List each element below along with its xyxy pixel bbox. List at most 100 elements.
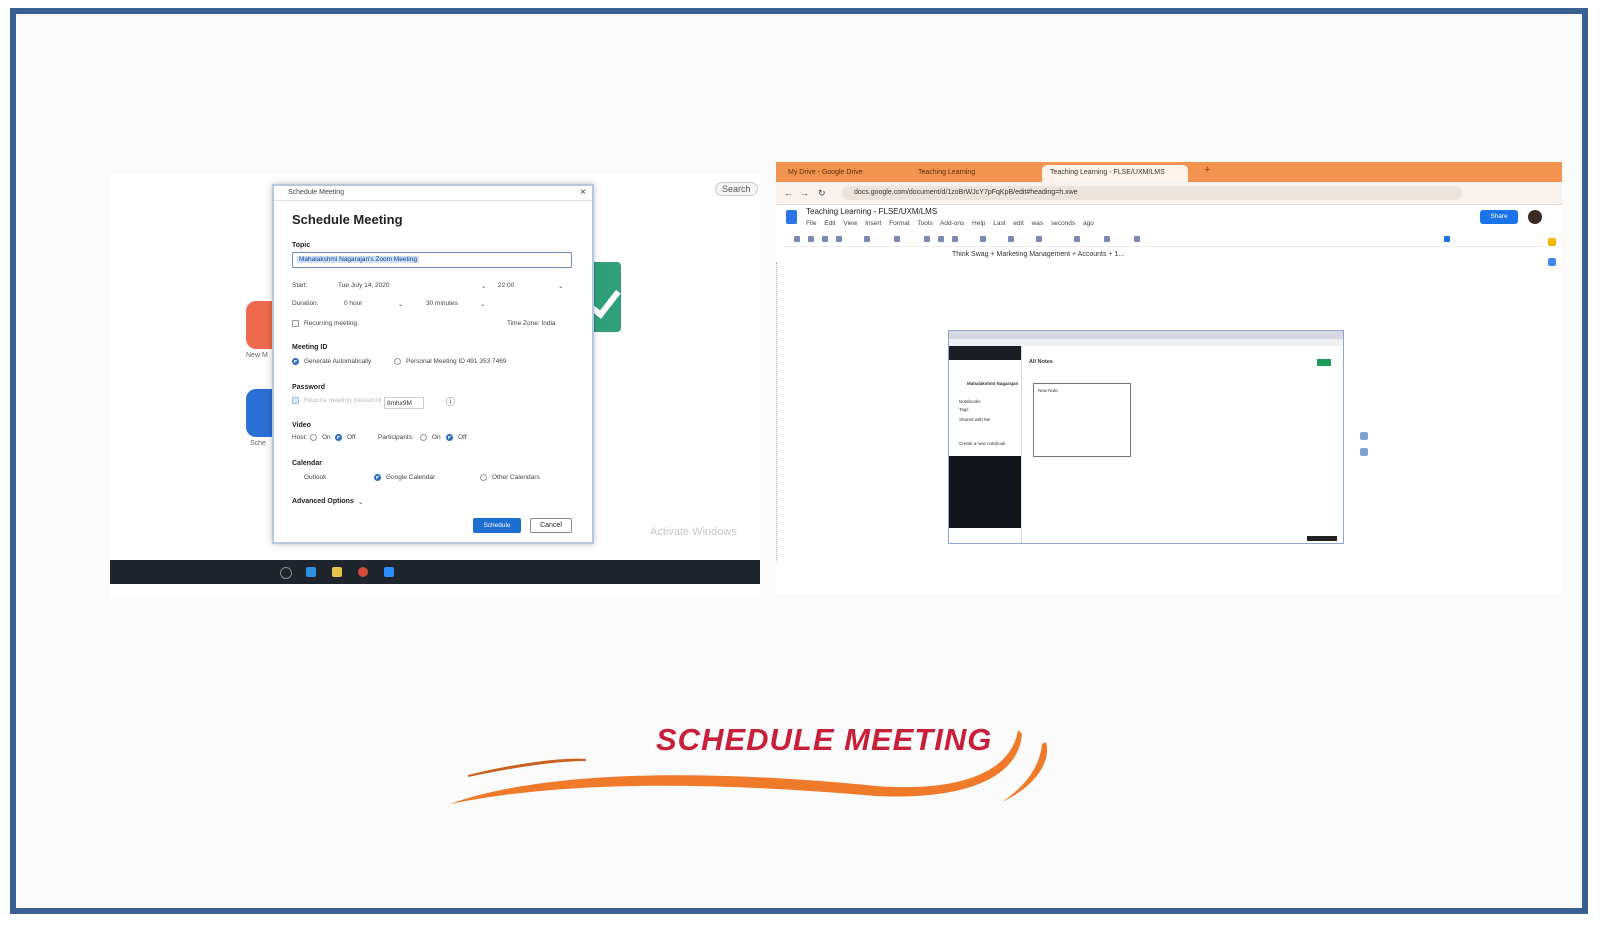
- timezone-select[interactable]: Time Zone: India: [507, 320, 556, 327]
- chevron-down-icon[interactable]: ⌄: [358, 498, 363, 506]
- topic-value: Mahalakshmi Nagarajan's Zoom Meeting: [297, 256, 419, 263]
- chevron-down-icon[interactable]: ⌄: [481, 282, 486, 290]
- browser-tabbar: My Drive - Google Drive Teaching Learnin…: [776, 162, 1562, 182]
- chevron-down-icon[interactable]: ⌄: [480, 300, 485, 308]
- inner-sidebar-item: Tags: [959, 407, 969, 412]
- password-checkbox[interactable]: [292, 397, 299, 404]
- browser-tab[interactable]: Teaching Learning: [910, 165, 1036, 182]
- keep-icon[interactable]: [1548, 238, 1556, 246]
- back-icon[interactable]: ←: [784, 188, 793, 198]
- print-icon[interactable]: [822, 236, 828, 242]
- url-input[interactable]: docs.google.com/document/d/1zoBrWJcY7pFq…: [842, 186, 1462, 200]
- close-icon[interactable]: ×: [580, 187, 586, 198]
- password-input[interactable]: 8mhx9M: [384, 397, 424, 409]
- host-video-on-radio[interactable]: [310, 434, 317, 441]
- inner-all-notes: All Notes: [1029, 359, 1053, 365]
- participants-on-label: On: [432, 434, 441, 441]
- topic-input[interactable]: Mahalakshmi Nagarajan's Zoom Meeting: [292, 252, 572, 268]
- inner-addressbar: [949, 339, 1343, 346]
- chevron-down-icon[interactable]: ⌄: [558, 282, 563, 290]
- edge-icon[interactable]: [306, 567, 316, 577]
- inner-card-title: New Note: [1038, 388, 1058, 393]
- redo-icon[interactable]: [808, 236, 814, 242]
- inner-sidebar-item: Create a new notebook: [959, 441, 1006, 446]
- suggest-edit-icon[interactable]: [1360, 448, 1368, 456]
- start-label: Start:: [292, 282, 308, 289]
- undo-icon[interactable]: [794, 236, 800, 242]
- participants-label: Participants:: [378, 434, 414, 441]
- new-meeting-label: New M: [246, 352, 268, 359]
- inner-user-name: Mahalakshmi Nagarajan: [967, 381, 1019, 386]
- participants-video-off-radio[interactable]: [446, 434, 453, 441]
- windows-taskbar: [110, 560, 760, 584]
- calendar-google-label: Google Calendar: [386, 474, 436, 481]
- slide-frame: New M Sche Search Activate Windows Sched…: [10, 8, 1588, 914]
- calendar-google-radio[interactable]: [374, 474, 381, 481]
- recurring-checkbox[interactable]: [292, 320, 299, 327]
- duration-hours-select[interactable]: 0 hour: [344, 300, 362, 307]
- search-icon[interactable]: [280, 567, 292, 579]
- swoosh-graphic: [450, 730, 1048, 804]
- chrome-icon[interactable]: [358, 567, 368, 577]
- forward-icon[interactable]: →: [800, 188, 809, 198]
- link-icon[interactable]: [980, 236, 986, 242]
- share-button[interactable]: Share: [1480, 210, 1518, 224]
- slide-caption: SCHEDULE MEETING: [656, 722, 993, 757]
- indent-icon[interactable]: [1134, 236, 1140, 242]
- document-first-line: Think Swag + Marketing Management + Acco…: [952, 251, 1125, 258]
- new-tab-icon[interactable]: +: [1204, 164, 1210, 176]
- recurring-label: Recurring meeting: [304, 320, 358, 327]
- inner-note-card: New Note: [1033, 383, 1131, 457]
- meeting-id-auto-radio[interactable]: [292, 358, 299, 365]
- browser-tab-active[interactable]: Teaching Learning - FLSE/UXM/LMS: [1042, 165, 1188, 182]
- underline-icon[interactable]: [952, 236, 958, 242]
- add-comment-icon[interactable]: [1360, 432, 1368, 440]
- start-time-select[interactable]: 22:00: [498, 282, 514, 289]
- calendar-other-label: Other Calendars: [492, 474, 540, 481]
- style-select-icon[interactable]: [894, 236, 900, 242]
- inner-sidebar-dark: [949, 456, 1021, 528]
- calendar-other-radio[interactable]: [480, 474, 487, 481]
- start-date-select[interactable]: Tue July 14, 2020: [338, 282, 389, 289]
- host-video-off-radio[interactable]: [335, 434, 342, 441]
- search-chip[interactable]: Search: [715, 182, 758, 196]
- docs-menu-bar[interactable]: File Edit View Insert Format Tools Add-o…: [806, 220, 1094, 227]
- dialog-titlebar-text: Schedule Meeting: [288, 189, 345, 196]
- cancel-button[interactable]: Cancel: [530, 518, 572, 533]
- comment-icon[interactable]: [1008, 236, 1014, 242]
- info-icon[interactable]: ⓘ: [446, 395, 455, 408]
- browser-tab[interactable]: My Drive - Google Drive: [780, 165, 904, 182]
- list-icon[interactable]: [1104, 236, 1110, 242]
- schedule-label: Sche: [250, 440, 266, 447]
- duration-label: Duration:: [292, 300, 319, 307]
- reload-icon[interactable]: ↻: [818, 188, 826, 199]
- meeting-id-personal-radio[interactable]: [394, 358, 401, 365]
- schedule-button[interactable]: Schedule: [473, 518, 521, 533]
- inner-sidebar-header: [949, 346, 1021, 360]
- avatar[interactable]: [1528, 210, 1542, 224]
- zoom-icon[interactable]: [384, 567, 394, 577]
- google-docs-icon[interactable]: [786, 210, 797, 224]
- bold-icon[interactable]: [924, 236, 930, 242]
- zoom-desktop-screenshot: New M Sche Search Activate Windows Sched…: [110, 174, 760, 599]
- embedded-screenshot[interactable]: Mahalakshmi Nagarajan Notebooks Tags Sha…: [948, 330, 1344, 544]
- image-icon[interactable]: [1036, 236, 1042, 242]
- tasks-icon[interactable]: [1548, 258, 1556, 266]
- meeting-id-personal-label: Personal Meeting ID 491 353 7469: [406, 358, 507, 365]
- align-icon[interactable]: [1074, 236, 1080, 242]
- chevron-down-icon[interactable]: ⌄: [398, 300, 403, 308]
- swoosh-top: [467, 758, 587, 777]
- italic-icon[interactable]: [938, 236, 944, 242]
- participants-video-on-radio[interactable]: [420, 434, 427, 441]
- calendar-outlook-label: Outlook: [304, 474, 327, 481]
- editing-mode-icon[interactable]: [1444, 236, 1450, 242]
- schedule-meeting-dialog: Schedule Meeting × Schedule Meeting Topi…: [272, 184, 594, 544]
- inner-green-button: [1317, 359, 1331, 366]
- password-require-label: Require meeting password: [304, 397, 382, 404]
- document-title[interactable]: Teaching Learning - FLSE/UXM/LMS: [806, 207, 937, 216]
- folder-icon[interactable]: [332, 567, 342, 577]
- advanced-options-toggle[interactable]: Advanced Options: [292, 498, 354, 505]
- zoom-select-icon[interactable]: [864, 236, 870, 242]
- duration-minutes-select[interactable]: 30 minutes: [426, 300, 458, 307]
- spellcheck-icon[interactable]: [836, 236, 842, 242]
